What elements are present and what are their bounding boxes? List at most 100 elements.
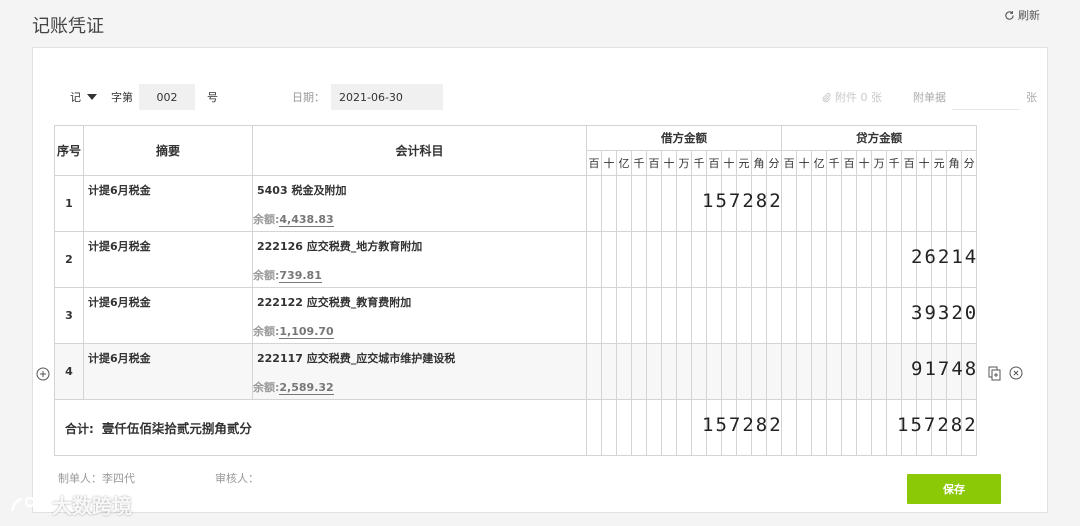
debit-digit-cell[interactable]: [616, 399, 632, 456]
credit-digit-cell[interactable]: [841, 287, 858, 344]
debit-digit-cell[interactable]: [586, 343, 602, 400]
credit-digit-cell[interactable]: [871, 343, 888, 400]
debit-digit-cell[interactable]: [736, 231, 752, 288]
debit-digit-cell[interactable]: [616, 175, 632, 232]
credit-digit-cell[interactable]: [811, 343, 828, 400]
credit-digit-cell[interactable]: [871, 231, 888, 288]
credit-digit-cell[interactable]: [796, 399, 813, 456]
debit-digit-cell[interactable]: [736, 343, 752, 400]
summary-cell[interactable]: 计提6月税金: [83, 343, 253, 400]
debit-digit-cell[interactable]: [586, 287, 602, 344]
save-button[interactable]: 保存: [907, 474, 1001, 504]
debit-digit-cell[interactable]: [691, 287, 707, 344]
debit-digit-cell[interactable]: [676, 343, 692, 400]
credit-digit-cell[interactable]: [796, 287, 813, 344]
credit-digit-cell[interactable]: [826, 175, 843, 232]
debit-digit-cell[interactable]: [601, 231, 617, 288]
credit-digit-cell[interactable]: [856, 175, 873, 232]
credit-digit-cell[interactable]: [781, 399, 798, 456]
credit-digit-cell[interactable]: [931, 175, 948, 232]
debit-digit-cell[interactable]: [736, 287, 752, 344]
credit-digit-cell[interactable]: [796, 175, 813, 232]
debit-digit-cell[interactable]: [676, 231, 692, 288]
debit-digit-cell[interactable]: [676, 175, 692, 232]
copy-row-icon[interactable]: [988, 366, 1002, 381]
credit-digit-cell[interactable]: [826, 343, 843, 400]
debit-digit-cell[interactable]: [721, 231, 737, 288]
credit-digit-cell[interactable]: [886, 175, 903, 232]
credit-digit-cell[interactable]: [856, 343, 873, 400]
debit-digit-cell[interactable]: [706, 287, 722, 344]
credit-digit-cell[interactable]: [871, 175, 888, 232]
debit-digit-cell[interactable]: [691, 231, 707, 288]
debit-digit-cell[interactable]: [661, 287, 677, 344]
debit-digit-cell[interactable]: [661, 343, 677, 400]
credit-digit-cell[interactable]: [901, 175, 918, 232]
credit-digit-cell[interactable]: [826, 399, 843, 456]
credit-digit-cell[interactable]: [811, 399, 828, 456]
debit-digit-cell[interactable]: [706, 343, 722, 400]
credit-digit-cell[interactable]: [781, 231, 798, 288]
debit-digit-cell[interactable]: [631, 175, 647, 232]
table-row[interactable]: 2 计提6月税金 222126 应交税费_地方教育附加 余额:739.81: [54, 231, 978, 288]
credit-digit-cell[interactable]: [781, 287, 798, 344]
debit-digit-cell[interactable]: [661, 175, 677, 232]
debit-digit-cell[interactable]: [765, 343, 783, 400]
debit-digit-cell[interactable]: [661, 231, 677, 288]
debit-digit-cell[interactable]: [765, 287, 783, 344]
debit-digit-cell[interactable]: [646, 231, 662, 288]
summary-cell[interactable]: 计提6月税金: [83, 231, 253, 288]
debit-digit-cell[interactable]: [706, 231, 722, 288]
credit-digit-cell[interactable]: [811, 231, 828, 288]
credit-digit-cell[interactable]: [871, 287, 888, 344]
date-input[interactable]: 2021-06-30: [331, 84, 443, 110]
account-cell[interactable]: 222126 应交税费_地方教育附加 余额:739.81: [252, 231, 587, 288]
credit-digit-cell[interactable]: [886, 287, 903, 344]
debit-digit-cell[interactable]: [631, 399, 647, 456]
debit-digit-cell[interactable]: [751, 287, 767, 344]
delete-row-icon[interactable]: [1009, 366, 1023, 380]
credit-digit-cell[interactable]: [841, 175, 858, 232]
debit-digit-cell[interactable]: [751, 343, 767, 400]
summary-cell[interactable]: 计提6月税金: [83, 175, 253, 232]
credit-digit-cell[interactable]: [916, 175, 933, 232]
credit-digit-cell[interactable]: [796, 343, 813, 400]
debit-digit-cell[interactable]: [646, 287, 662, 344]
debit-digit-cell[interactable]: [601, 175, 617, 232]
debit-digit-cell[interactable]: [676, 399, 692, 456]
credit-digit-cell[interactable]: [796, 231, 813, 288]
debit-digit-cell[interactable]: [721, 287, 737, 344]
table-row[interactable]: 3 计提6月税金 222122 应交税费_教育费附加 余额:1,109.70: [54, 287, 978, 344]
debit-digit-cell[interactable]: [631, 231, 647, 288]
debit-digit-cell[interactable]: [721, 343, 737, 400]
credit-digit-cell[interactable]: [841, 343, 858, 400]
account-cell[interactable]: 222117 应交税费_应交城市维护建设税 余额:2,589.32: [252, 343, 587, 400]
debit-digit-cell[interactable]: [631, 343, 647, 400]
credit-digit-cell[interactable]: [871, 399, 888, 456]
debit-digit-cell[interactable]: [631, 287, 647, 344]
debit-digit-cell[interactable]: [616, 287, 632, 344]
credit-digit-cell[interactable]: [961, 175, 978, 232]
debit-digit-cell[interactable]: [616, 343, 632, 400]
debit-digit-cell[interactable]: [586, 399, 602, 456]
refresh-button[interactable]: 刷新: [1004, 7, 1040, 23]
table-row[interactable]: 1 计提6月税金 5403 税金及附加 余额:4,438.83: [54, 175, 978, 232]
attachments-link[interactable]: 附件 0 张: [821, 84, 882, 110]
account-cell[interactable]: 222122 应交税费_教育费附加 余额:1,109.70: [252, 287, 587, 344]
credit-digit-cell[interactable]: [826, 231, 843, 288]
debit-digit-cell[interactable]: [646, 399, 662, 456]
credit-digit-cell[interactable]: [856, 231, 873, 288]
credit-digit-cell[interactable]: [841, 399, 858, 456]
credit-digit-cell[interactable]: [781, 175, 798, 232]
table-row[interactable]: 4 计提6月税金 222117 应交税费_应交城市维护建设税 余额:2,589.32: [54, 343, 978, 400]
credit-digit-cell[interactable]: [841, 231, 858, 288]
account-cell[interactable]: 5403 税金及附加 余额:4,438.83: [252, 175, 587, 232]
summary-cell[interactable]: 计提6月税金: [83, 287, 253, 344]
credit-digit-cell[interactable]: [826, 287, 843, 344]
debit-digit-cell[interactable]: [751, 231, 767, 288]
debit-digit-cell[interactable]: [616, 231, 632, 288]
credit-digit-cell[interactable]: [811, 175, 828, 232]
credit-digit-cell[interactable]: [886, 343, 903, 400]
voucher-word-select[interactable]: 记 字第 002 号: [70, 84, 218, 110]
debit-digit-cell[interactable]: [601, 343, 617, 400]
